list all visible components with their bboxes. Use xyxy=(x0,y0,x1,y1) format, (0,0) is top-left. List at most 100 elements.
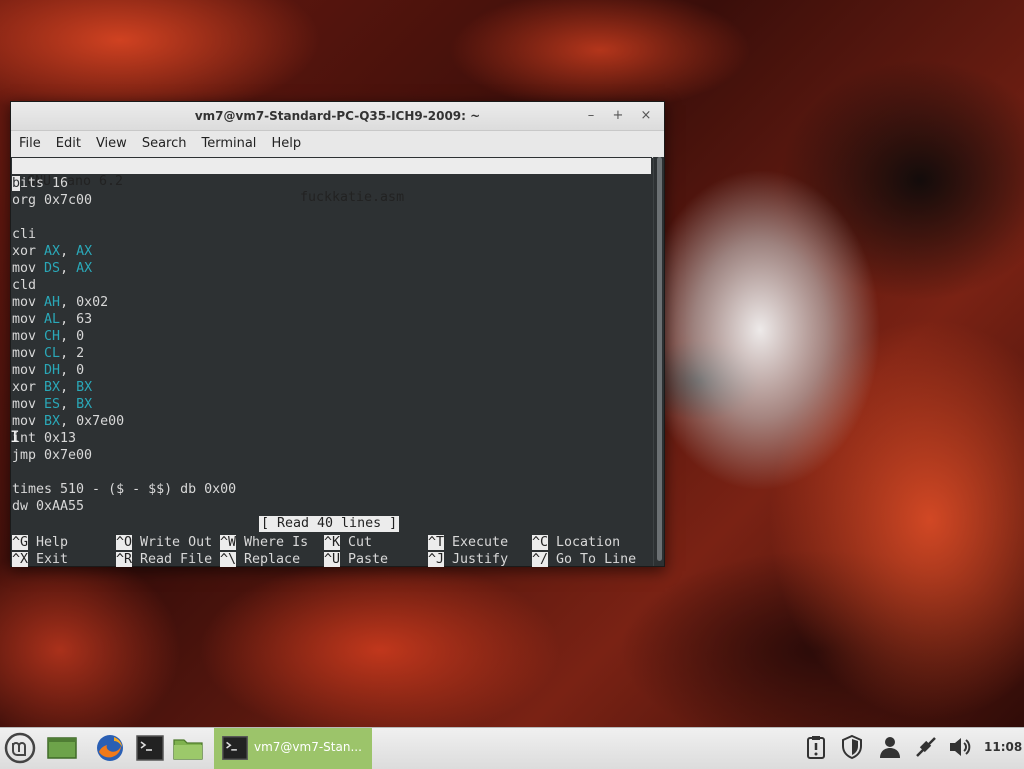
maximize-button[interactable]: + xyxy=(609,107,627,125)
terminal-window[interactable]: vm7@vm7-Standard-PC-Q35-ICH9-2009: ~ – +… xyxy=(10,101,665,567)
shortcut-read-file[interactable]: ^R Read File xyxy=(116,551,212,568)
nano-status: [ Read 40 lines ] xyxy=(259,516,400,532)
code-line: int 0x13 xyxy=(12,430,76,447)
code-argument: 0 xyxy=(76,329,85,344)
code-register: CL xyxy=(44,346,61,361)
code-line: mov DH, 0 xyxy=(12,363,85,378)
code-op: mov xyxy=(12,329,37,344)
shortcut-write-out[interactable]: ^O Write Out xyxy=(116,534,212,551)
taskbar-terminal-window[interactable]: vm7@vm7-Stan... xyxy=(214,728,372,769)
code-op: mov xyxy=(12,295,37,310)
update-manager-icon[interactable] xyxy=(802,734,830,762)
code-argument: BX xyxy=(76,397,93,412)
menu-file[interactable]: File xyxy=(11,131,48,151)
shortcut-cut[interactable]: ^K Cut xyxy=(324,534,372,551)
shield-icon[interactable] xyxy=(838,734,866,762)
files-icon[interactable] xyxy=(172,732,204,764)
nano-editor[interactable]: GNU nano 6.2 fuckkatie.asm bits 16 org 0x… xyxy=(10,157,652,568)
text-cursor: b xyxy=(12,176,21,191)
volume-icon[interactable] xyxy=(946,734,974,762)
code-text: dw 0xAA55 xyxy=(12,499,85,514)
code-text: int 0x13 xyxy=(12,431,77,446)
shortcut-exit[interactable]: ^X Exit xyxy=(12,551,68,568)
show-desktop-icon[interactable] xyxy=(46,732,78,764)
code-argument: 0x02 xyxy=(76,295,109,310)
shortcut-label: Exit xyxy=(36,552,69,567)
code-argument: AX xyxy=(76,261,93,276)
taskbar-window-label: vm7@vm7-Stan... xyxy=(254,740,362,754)
menu-terminal[interactable]: Terminal xyxy=(193,131,263,151)
shortcut-justify[interactable]: ^J Justify xyxy=(428,551,508,568)
user-icon[interactable] xyxy=(876,734,904,762)
menu-edit[interactable]: Edit xyxy=(48,131,88,151)
shortcut-key: ^U xyxy=(324,552,341,567)
shortcut-help[interactable]: ^G Help xyxy=(12,534,68,551)
shortcut-key: ^K xyxy=(324,535,341,550)
terminal-window-icon xyxy=(222,736,248,760)
window-titlebar[interactable]: vm7@vm7-Standard-PC-Q35-ICH9-2009: ~ – +… xyxy=(11,102,664,131)
shortcut-label: Location xyxy=(556,535,621,550)
code-argument: AX xyxy=(76,244,93,259)
code-op: mov xyxy=(12,312,37,327)
shortcut-label: Execute xyxy=(452,535,509,550)
firefox-icon[interactable] xyxy=(94,732,126,764)
shortcut-label: Paste xyxy=(348,552,389,567)
terminal-launcher-icon[interactable] xyxy=(134,732,166,764)
shortcut-paste[interactable]: ^U Paste xyxy=(324,551,388,568)
code-text: times 510 - ($ - $$) db 0x00 xyxy=(12,482,237,497)
code-op: mov xyxy=(12,346,37,361)
code-register: DH xyxy=(44,363,61,378)
code-register: ES xyxy=(44,397,61,412)
shortcut-key: ^\ xyxy=(220,552,237,567)
shortcut-location[interactable]: ^C Location xyxy=(532,534,620,551)
taskbar: vm7@vm7-Stan... 11:08 xyxy=(0,727,1024,769)
mint-menu-icon[interactable] xyxy=(4,732,36,764)
code-line: mov CL, 2 xyxy=(12,346,85,361)
terminal-scrollbar[interactable] xyxy=(653,157,664,566)
shortcut-label: Write Out xyxy=(140,535,213,550)
shortcut-key: ^/ xyxy=(532,552,549,567)
shortcut-key: ^O xyxy=(116,535,133,550)
shortcut-label: Read File xyxy=(140,552,213,567)
code-line: cld xyxy=(12,277,36,294)
code-argument: 63 xyxy=(76,312,93,327)
code-text: jmp 0x7e00 xyxy=(12,448,93,463)
shortcut-label: Help xyxy=(36,535,69,550)
window-title: vm7@vm7-Standard-PC-Q35-ICH9-2009: ~ xyxy=(194,109,481,123)
code-op: mov xyxy=(12,261,37,276)
shortcut-key: ^T xyxy=(428,535,445,550)
code-text: bits 16 xyxy=(12,176,69,191)
menu-view[interactable]: View xyxy=(88,131,134,151)
menu-bar: File Edit View Search Terminal Help xyxy=(11,131,664,158)
shortcut-replace[interactable]: ^\ Replace xyxy=(220,551,300,568)
code-line: mov CH, 0 xyxy=(12,329,85,344)
code-text: cli xyxy=(12,227,37,242)
code-op: mov xyxy=(12,363,37,378)
code-argument: 0 xyxy=(76,363,85,378)
shortcut-label: Go To Line xyxy=(556,552,637,567)
code-register: BX xyxy=(44,380,61,395)
code-register: AH xyxy=(44,295,61,310)
code-argument: 2 xyxy=(76,346,85,361)
shortcut-where-is[interactable]: ^W Where Is xyxy=(220,534,308,551)
shortcut-key: ^W xyxy=(220,535,237,550)
shortcut-key: ^X xyxy=(12,552,29,567)
code-line: mov BX, 0x7e00 xyxy=(12,414,125,429)
code-line: jmp 0x7e00 xyxy=(12,447,92,464)
code-line: org 0x7c00 xyxy=(12,192,92,209)
shortcut-key: ^C xyxy=(532,535,549,550)
shortcut-go-to-line[interactable]: ^/ Go To Line xyxy=(532,551,636,568)
shortcut-label: Justify xyxy=(452,552,509,567)
menu-search[interactable]: Search xyxy=(134,131,194,151)
code-text: org 0x7c00 xyxy=(12,193,93,208)
text-cursor-icon: I xyxy=(10,427,20,446)
menu-help[interactable]: Help xyxy=(263,131,308,151)
close-button[interactable]: × xyxy=(637,107,655,125)
code-text: cld xyxy=(12,278,37,293)
clock[interactable]: 11:08 xyxy=(984,740,1022,754)
code-line: xor BX, BX xyxy=(12,380,93,395)
scrollbar-thumb[interactable] xyxy=(657,157,662,561)
network-icon[interactable] xyxy=(912,734,940,762)
minimize-button[interactable]: – xyxy=(582,107,600,125)
shortcut-execute[interactable]: ^T Execute xyxy=(428,534,508,551)
